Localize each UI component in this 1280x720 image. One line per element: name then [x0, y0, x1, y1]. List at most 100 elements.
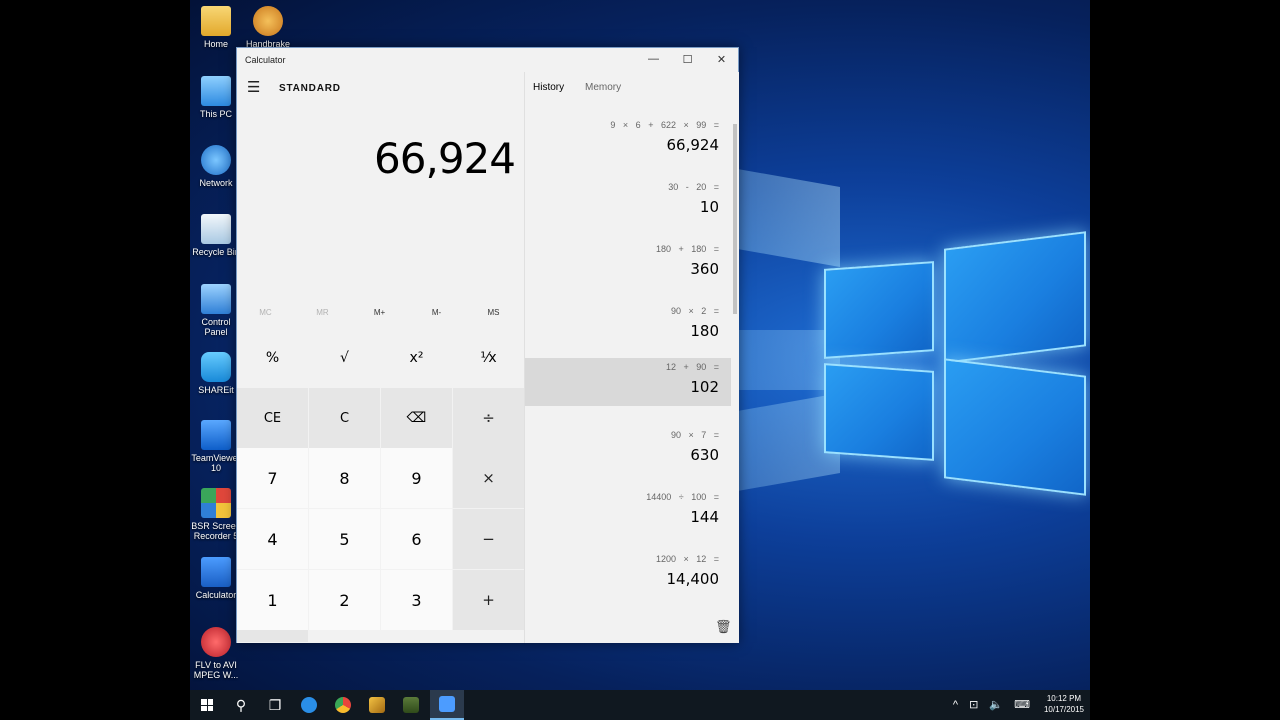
desktop-icon-home[interactable]: Home [190, 6, 242, 49]
movie-maker-icon[interactable] [394, 690, 428, 720]
digit-9-button[interactable]: 9 [381, 448, 452, 508]
history-result: 10 [699, 198, 719, 216]
digit-4-button[interactable]: 4 [237, 509, 308, 569]
network-icon [201, 145, 231, 175]
desktop-icon-label: SHAREit [198, 385, 234, 395]
calculator-taskbar-icon[interactable] [430, 690, 464, 720]
backspace-icon[interactable]: ⌫ [381, 388, 452, 448]
history-item[interactable]: 90 × 7 = 630 [525, 426, 731, 474]
calculator-pane: ☰ STANDARD 66,924 MC MR M+ M- MS % √ x² … [237, 72, 524, 643]
maximize-button[interactable]: ☐ [671, 48, 704, 70]
minimize-button[interactable]: — [637, 48, 670, 70]
history-pane: History Memory 9 × 6 + 622 × 99 = 66,924… [524, 72, 739, 643]
history-result: 360 [690, 260, 719, 278]
chrome-icon[interactable] [326, 690, 360, 720]
shareit-icon [201, 352, 231, 382]
desktop-icon-handbrake[interactable]: Handbrake [242, 6, 294, 48]
desktop-icon-this-pc[interactable]: This PC [190, 76, 242, 119]
history-item[interactable]: 180 + 180 = 360 [525, 240, 731, 288]
history-expression: 90 × 2 = [670, 306, 719, 316]
history-item[interactable]: 12 + 90 = 102 [525, 358, 731, 406]
desktop-icon-label: Control Panel [201, 317, 231, 337]
handbrake-icon [253, 6, 283, 36]
system-tray[interactable]: ^ ⊡ 🔈 ⌨ [953, 698, 1034, 711]
calculator-icon [201, 557, 231, 587]
task-view-icon[interactable]: ❐ [258, 690, 292, 720]
desktop-icon-bsr-recorder[interactable]: BSR Screen Recorder 5 [190, 488, 242, 541]
square-button[interactable]: x² [381, 328, 452, 388]
computer-icon [201, 76, 231, 106]
tab-history[interactable]: History [533, 82, 564, 93]
clock-time: 10:12 PM [1046, 694, 1082, 703]
history-item[interactable]: 14400 ÷ 100 = 144 [525, 488, 731, 536]
memory-add-button[interactable]: M+ [351, 298, 408, 326]
history-expression: 9 × 6 + 622 × 99 = [610, 120, 719, 130]
clock[interactable]: 10:12 PM 10/17/2015 [1044, 693, 1084, 715]
bolt-app-icon[interactable] [360, 690, 394, 720]
windows-logo-icon [201, 699, 213, 711]
scroll-thumb[interactable] [733, 124, 737, 314]
trash-icon[interactable]: 🗑 [715, 619, 732, 635]
title-bar[interactable]: Calculator — ☐ ✕ [237, 48, 738, 72]
divide-button[interactable]: ÷ [453, 388, 524, 448]
history-result: 180 [690, 322, 719, 340]
calculator-window: Calculator — ☐ ✕ ☰ STANDARD 66,924 MC MR… [236, 47, 739, 643]
hamburger-menu-icon[interactable]: ☰ [247, 80, 263, 96]
window-title: Calculator [245, 55, 286, 65]
start-button[interactable] [190, 690, 224, 720]
desktop-icon-label: Network [199, 178, 233, 188]
memory-subtract-button[interactable]: M- [408, 298, 465, 326]
desktop-icon-label: TeamViewer 10 [191, 453, 241, 473]
memory-clear-button[interactable]: MC [237, 298, 294, 326]
desktop-icon-shareit[interactable]: SHAREit [190, 352, 242, 395]
multiply-button[interactable]: × [453, 448, 524, 508]
digit-6-button[interactable]: 6 [381, 509, 452, 569]
history-scrollbar[interactable] [732, 116, 738, 616]
digit-8-button[interactable]: 8 [309, 448, 380, 508]
flv-converter-icon [201, 627, 231, 657]
history-item[interactable]: 30 - 20 = 10 [525, 178, 731, 226]
history-expression: 30 - 20 = [668, 182, 719, 192]
desktop-icon-recycle-bin[interactable]: Recycle Bin [190, 214, 242, 257]
sqrt-button[interactable]: √ [309, 328, 380, 388]
history-item[interactable]: 90 × 2 = 180 [525, 302, 731, 350]
digit-2-button[interactable]: 2 [309, 570, 380, 630]
clock-date: 10/17/2015 [1043, 705, 1084, 714]
control-panel-icon [201, 284, 231, 314]
edge-icon[interactable] [292, 690, 326, 720]
close-button[interactable]: ✕ [705, 48, 738, 70]
memory-store-button[interactable]: MS [465, 298, 522, 326]
bsr-recorder-icon [201, 488, 231, 518]
logo-pane [824, 261, 934, 359]
desktop-icon-flv-converter[interactable]: FLV to AVI MPEG W... [190, 627, 242, 680]
percent-button[interactable]: % [237, 328, 308, 388]
digit-5-button[interactable]: 5 [309, 509, 380, 569]
history-item[interactable]: 9 × 6 + 622 × 99 = 66,924 [525, 116, 731, 164]
taskbar: ⚲ ❐ ^ ⊡ 🔈 ⌨ 10:12 PM 10/17/2015 [190, 690, 1090, 720]
digit-3-button[interactable]: 3 [381, 570, 452, 630]
teamviewer-icon [201, 420, 231, 450]
clear-entry-button[interactable]: CE [237, 388, 308, 448]
subtract-button[interactable]: − [453, 509, 524, 569]
desktop-icon-network[interactable]: Network [190, 145, 242, 188]
history-expression: 14400 ÷ 100 = [646, 492, 719, 502]
add-button[interactable]: + [453, 570, 524, 630]
reciprocal-button[interactable]: ¹⁄x [453, 328, 524, 388]
digit-1-button[interactable]: 1 [237, 570, 308, 630]
tab-memory[interactable]: Memory [585, 82, 621, 93]
search-icon[interactable]: ⚲ [224, 690, 258, 720]
digit-7-button[interactable]: 7 [237, 448, 308, 508]
desktop-icon-label: This PC [199, 109, 232, 119]
history-result: 144 [690, 508, 719, 526]
clear-button[interactable]: C [309, 388, 380, 448]
desktop-icon-control-panel[interactable]: Control Panel [190, 284, 242, 337]
history-item[interactable]: 1200 × 12 = 14,400 [525, 550, 731, 598]
memory-recall-button[interactable]: MR [294, 298, 351, 326]
desktop-icon-label: BSR Screen Recorder 5 [191, 521, 241, 541]
desktop-icon-teamviewer[interactable]: TeamViewer 10 [190, 420, 242, 473]
history-expression: 1200 × 12 = [655, 554, 719, 564]
logo-pane [824, 363, 934, 461]
desktop-icon-calculator[interactable]: Calculator [190, 557, 242, 600]
keypad: % √ x² ¹⁄x CE C ⌫ ÷ 7 8 9 × 4 5 6 − 1 2 … [237, 328, 524, 642]
memory-row: MC MR M+ M- MS [237, 298, 524, 326]
